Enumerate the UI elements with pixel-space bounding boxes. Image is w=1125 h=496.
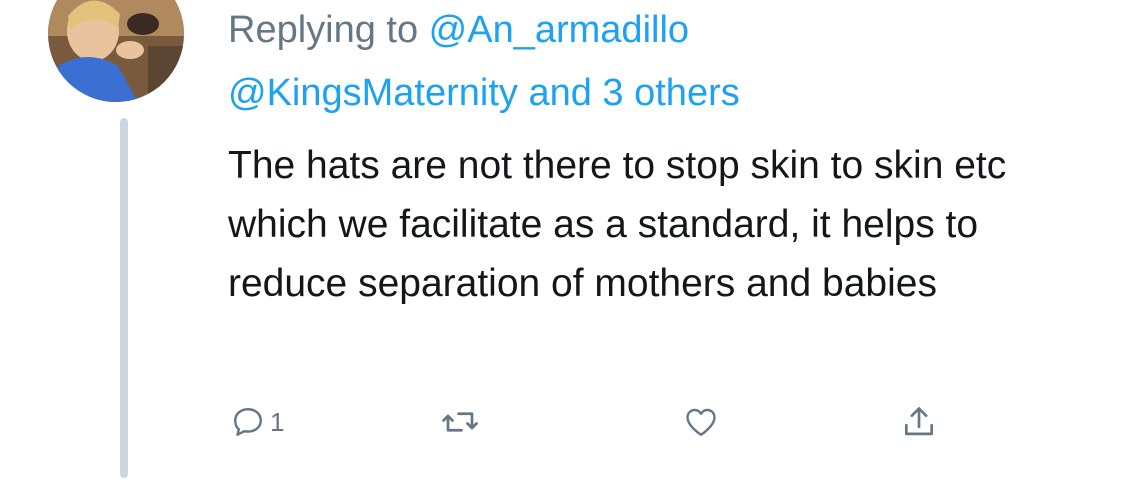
tweet-actions: 1 xyxy=(230,400,990,444)
mentions-line[interactable]: @KingsMaternity and 3 others xyxy=(228,67,740,119)
mentions-others-link[interactable]: and 3 others xyxy=(518,72,739,114)
retweet-button[interactable] xyxy=(440,400,480,444)
retweet-icon xyxy=(442,412,478,432)
heart-icon xyxy=(686,408,716,436)
reply-count: 1 xyxy=(270,406,285,437)
replying-to-handle-link[interactable]: @An_armadillo xyxy=(429,9,689,51)
avatar[interactable] xyxy=(48,0,184,102)
replying-to: Replying to @An_armadillo xyxy=(228,4,689,56)
tweet-text: The hats are not there to stop skin to s… xyxy=(228,144,1007,305)
share-button[interactable] xyxy=(900,400,938,444)
reply-button[interactable]: 1 xyxy=(230,400,284,444)
mentions-handle-link[interactable]: @KingsMaternity xyxy=(228,72,518,114)
replying-to-label: Replying to xyxy=(228,9,429,51)
avatar-photo xyxy=(48,0,184,102)
thread-line xyxy=(120,118,128,478)
reply-icon xyxy=(234,408,262,436)
share-icon xyxy=(904,407,934,436)
like-button[interactable] xyxy=(682,400,720,444)
